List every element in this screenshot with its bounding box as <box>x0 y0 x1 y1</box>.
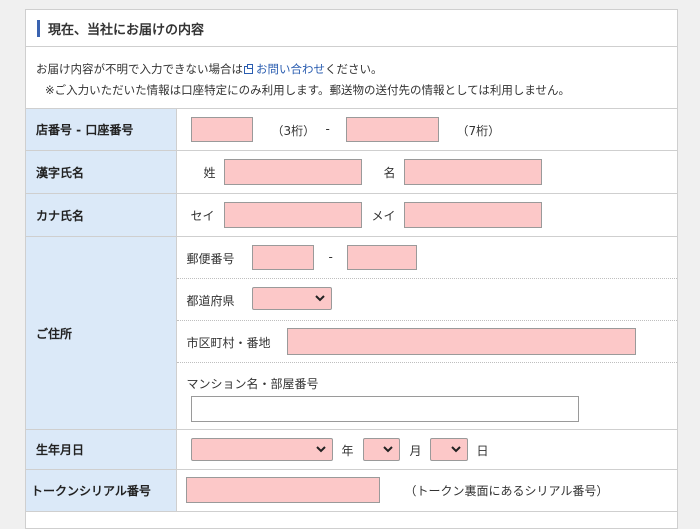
contact-link[interactable]: お問い合わせ <box>256 62 325 76</box>
year-label: 年 <box>341 444 354 458</box>
account-separator: - <box>325 122 330 136</box>
city-label: 市区町村・番地 <box>186 336 271 350</box>
postal-code-second-input[interactable] <box>346 245 417 270</box>
account-hint: （7桁） <box>456 124 501 138</box>
notice-line-2: ※ご入力いただいた情報は口座特定にのみ利用します。郵送物の送付先の情報としては利… <box>45 83 571 97</box>
cell-address: 郵便番号 - 都道府県 市区町村・番地 マンション名・部屋番号 <box>175 236 678 430</box>
chevron-down-icon <box>315 445 326 452</box>
token-serial-input[interactable] <box>185 477 380 503</box>
label-address: ご住所 <box>26 236 177 430</box>
label-account: 店番号 - 口座番号 <box>26 108 177 151</box>
notice-line-1: お届け内容が不明で入力できない場合は お問い合わせください。 <box>36 61 383 77</box>
kanji-mei-label: 名 <box>383 166 396 180</box>
cell-kana-name: セイ メイ <box>175 193 677 237</box>
kana-mei-label: メイ <box>371 209 396 223</box>
section-header: 現在、当社にお届けの内容 <box>26 10 677 47</box>
kana-sei-input[interactable] <box>223 202 362 228</box>
city-subrow: 市区町村・番地 <box>176 321 677 363</box>
building-label: マンション名・部屋番号 <box>186 377 319 391</box>
row-birthdate: 生年月日 年 月 日 <box>26 429 677 470</box>
cell-token: （トークン裏面にあるシリアル番号） <box>175 469 677 512</box>
row-kanji-name: 漢字氏名 姓 名 <box>26 150 677 194</box>
cell-kanji-name: 姓 名 <box>175 150 677 194</box>
token-hint: （トークン裏面にあるシリアル番号） <box>404 484 609 498</box>
kanji-mei-input[interactable] <box>403 159 542 185</box>
postal-code-first-input[interactable] <box>251 245 314 270</box>
notice-block: お届け内容が不明で入力できない場合は お問い合わせください。 ※ご入力いただいた情… <box>26 47 677 107</box>
chevron-down-icon <box>314 294 325 301</box>
label-token: トークンシリアル番号 <box>26 469 177 512</box>
notice-suffix: ください。 <box>325 62 383 76</box>
external-window-icon <box>244 64 253 74</box>
kana-mei-input[interactable] <box>403 202 542 228</box>
cell-birthdate: 年 月 日 <box>175 429 677 470</box>
building-input[interactable] <box>190 396 579 422</box>
kanji-sei-label: 姓 <box>203 166 216 180</box>
day-label: 日 <box>476 444 489 458</box>
postal-label: 郵便番号 <box>186 252 235 266</box>
prefecture-label: 都道府県 <box>186 294 235 308</box>
prefecture-select[interactable] <box>251 287 332 310</box>
row-account: 店番号 - 口座番号 （3桁） - （7桁） <box>26 108 677 151</box>
row-kana-name: カナ氏名 セイ メイ <box>26 193 677 237</box>
kanji-sei-input[interactable] <box>223 159 362 185</box>
kana-sei-label: セイ <box>190 209 215 223</box>
label-kanji-name: 漢字氏名 <box>26 150 177 194</box>
section-accent-bar <box>37 20 40 37</box>
chevron-down-icon <box>382 445 393 452</box>
branch-hint: （3桁） <box>271 124 316 138</box>
row-address: ご住所 郵便番号 - 都道府県 市区町村・番地 マンション名・部屋番号 <box>26 236 678 430</box>
chevron-down-icon <box>450 445 461 452</box>
delivery-form-table: 店番号 - 口座番号 （3桁） - （7桁） 漢字氏名 姓 名 カナ氏名 セイ <box>26 108 677 512</box>
account-number-input[interactable] <box>345 117 439 142</box>
birth-month-select[interactable] <box>362 438 400 461</box>
city-address-input[interactable] <box>286 328 636 355</box>
building-subrow: マンション名・部屋番号 <box>177 363 678 429</box>
prefecture-subrow: 都道府県 <box>176 279 677 321</box>
delivery-info-panel: 現在、当社にお届けの内容 お届け内容が不明で入力できない場合は お問い合わせくださ… <box>25 9 678 529</box>
row-token: トークンシリアル番号 （トークン裏面にあるシリアル番号） <box>26 469 677 512</box>
postal-subrow: 郵便番号 - <box>176 237 677 279</box>
label-birthdate: 生年月日 <box>26 429 177 470</box>
month-label: 月 <box>409 444 422 458</box>
birth-year-select[interactable] <box>190 438 333 461</box>
birth-day-select[interactable] <box>429 438 468 461</box>
postal-separator: - <box>328 250 333 264</box>
label-kana-name: カナ氏名 <box>26 193 177 237</box>
branch-number-input[interactable] <box>190 117 253 142</box>
section-title: 現在、当社にお届けの内容 <box>48 23 205 38</box>
notice-prefix: お届け内容が不明で入力できない場合は <box>36 62 243 76</box>
cell-account: （3桁） - （7桁） <box>175 108 677 151</box>
